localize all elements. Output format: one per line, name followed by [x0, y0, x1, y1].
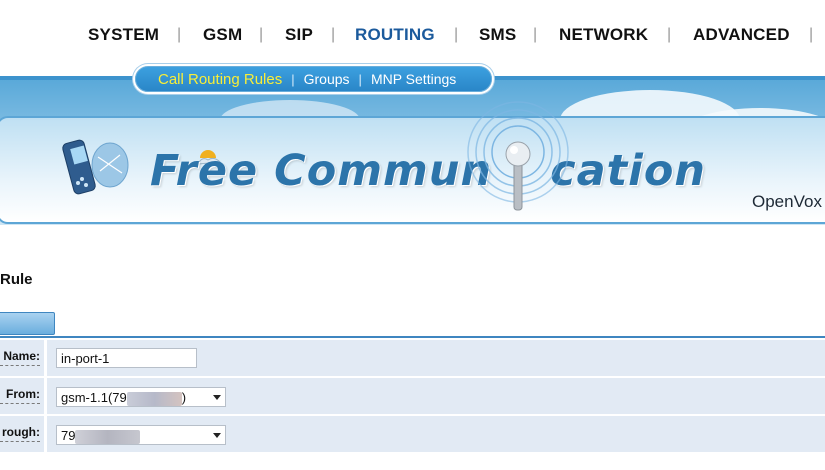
nav-sip[interactable]: SIP [285, 25, 313, 45]
from-label: From: [6, 387, 40, 401]
nav-separator: | [177, 26, 182, 43]
top-navigation: SYSTEM | GSM | SIP | ROUTING | SMS | NET… [0, 22, 825, 50]
through-select-value: 79 [61, 428, 76, 443]
banner: Free Commun cation OpenVox [0, 80, 825, 225]
subtab-groups[interactable]: Groups [304, 71, 350, 87]
nav-routing[interactable]: ROUTING [355, 25, 435, 45]
from-select-suffix: ) [181, 390, 187, 405]
through-select[interactable]: 79 [56, 425, 226, 445]
form-row-from: From: gsm-1.1(79) [0, 378, 825, 415]
label-underline [0, 403, 40, 404]
row-divider [44, 416, 47, 452]
banner-title: Free Commun cation [150, 146, 707, 196]
subtab-call-routing-rules[interactable]: Call Routing Rules [158, 71, 282, 88]
nav-separator: | [809, 26, 814, 43]
redacted-text [75, 429, 141, 444]
antenna-signal-icon [467, 101, 569, 211]
row-divider [44, 340, 47, 376]
nav-sms[interactable]: SMS [479, 25, 516, 45]
nav-separator: | [331, 26, 336, 43]
section-tab[interactable] [0, 312, 55, 335]
form-row-through: rough: 79 [0, 416, 825, 453]
name-label: Name: [3, 349, 40, 363]
nav-separator: | [667, 26, 672, 43]
label-underline [0, 365, 40, 366]
from-select[interactable]: gsm-1.1(79) [56, 387, 226, 407]
chevron-down-icon [213, 395, 221, 400]
subtab-mnp-settings[interactable]: MNP Settings [371, 71, 456, 87]
from-select-value: gsm-1.1(79 [61, 390, 127, 405]
section-divider [0, 336, 825, 338]
chevron-down-icon [213, 433, 221, 438]
form-row-name: Name: in-port-1 [0, 340, 825, 377]
subtab-separator: | [358, 71, 362, 87]
nav-system[interactable]: SYSTEM [88, 25, 159, 45]
mobile-phone-icon [62, 139, 129, 195]
nav-separator: | [454, 26, 459, 43]
nav-gsm[interactable]: GSM [203, 25, 242, 45]
nav-separator: | [259, 26, 264, 43]
nav-network[interactable]: NETWORK [559, 25, 648, 45]
nav-advanced[interactable]: ADVANCED [693, 25, 790, 45]
row-divider [44, 378, 47, 414]
redacted-text [126, 391, 182, 406]
nav-separator: | [533, 26, 538, 43]
through-label: rough: [2, 425, 40, 439]
routing-subnav: Call Routing Rules | Groups | MNP Settin… [135, 66, 492, 92]
subtab-separator: | [291, 71, 295, 87]
brand-name: OpenVox [752, 192, 822, 211]
page-title: Rule [0, 271, 33, 288]
name-input[interactable]: in-port-1 [56, 348, 197, 368]
label-underline [0, 441, 40, 442]
